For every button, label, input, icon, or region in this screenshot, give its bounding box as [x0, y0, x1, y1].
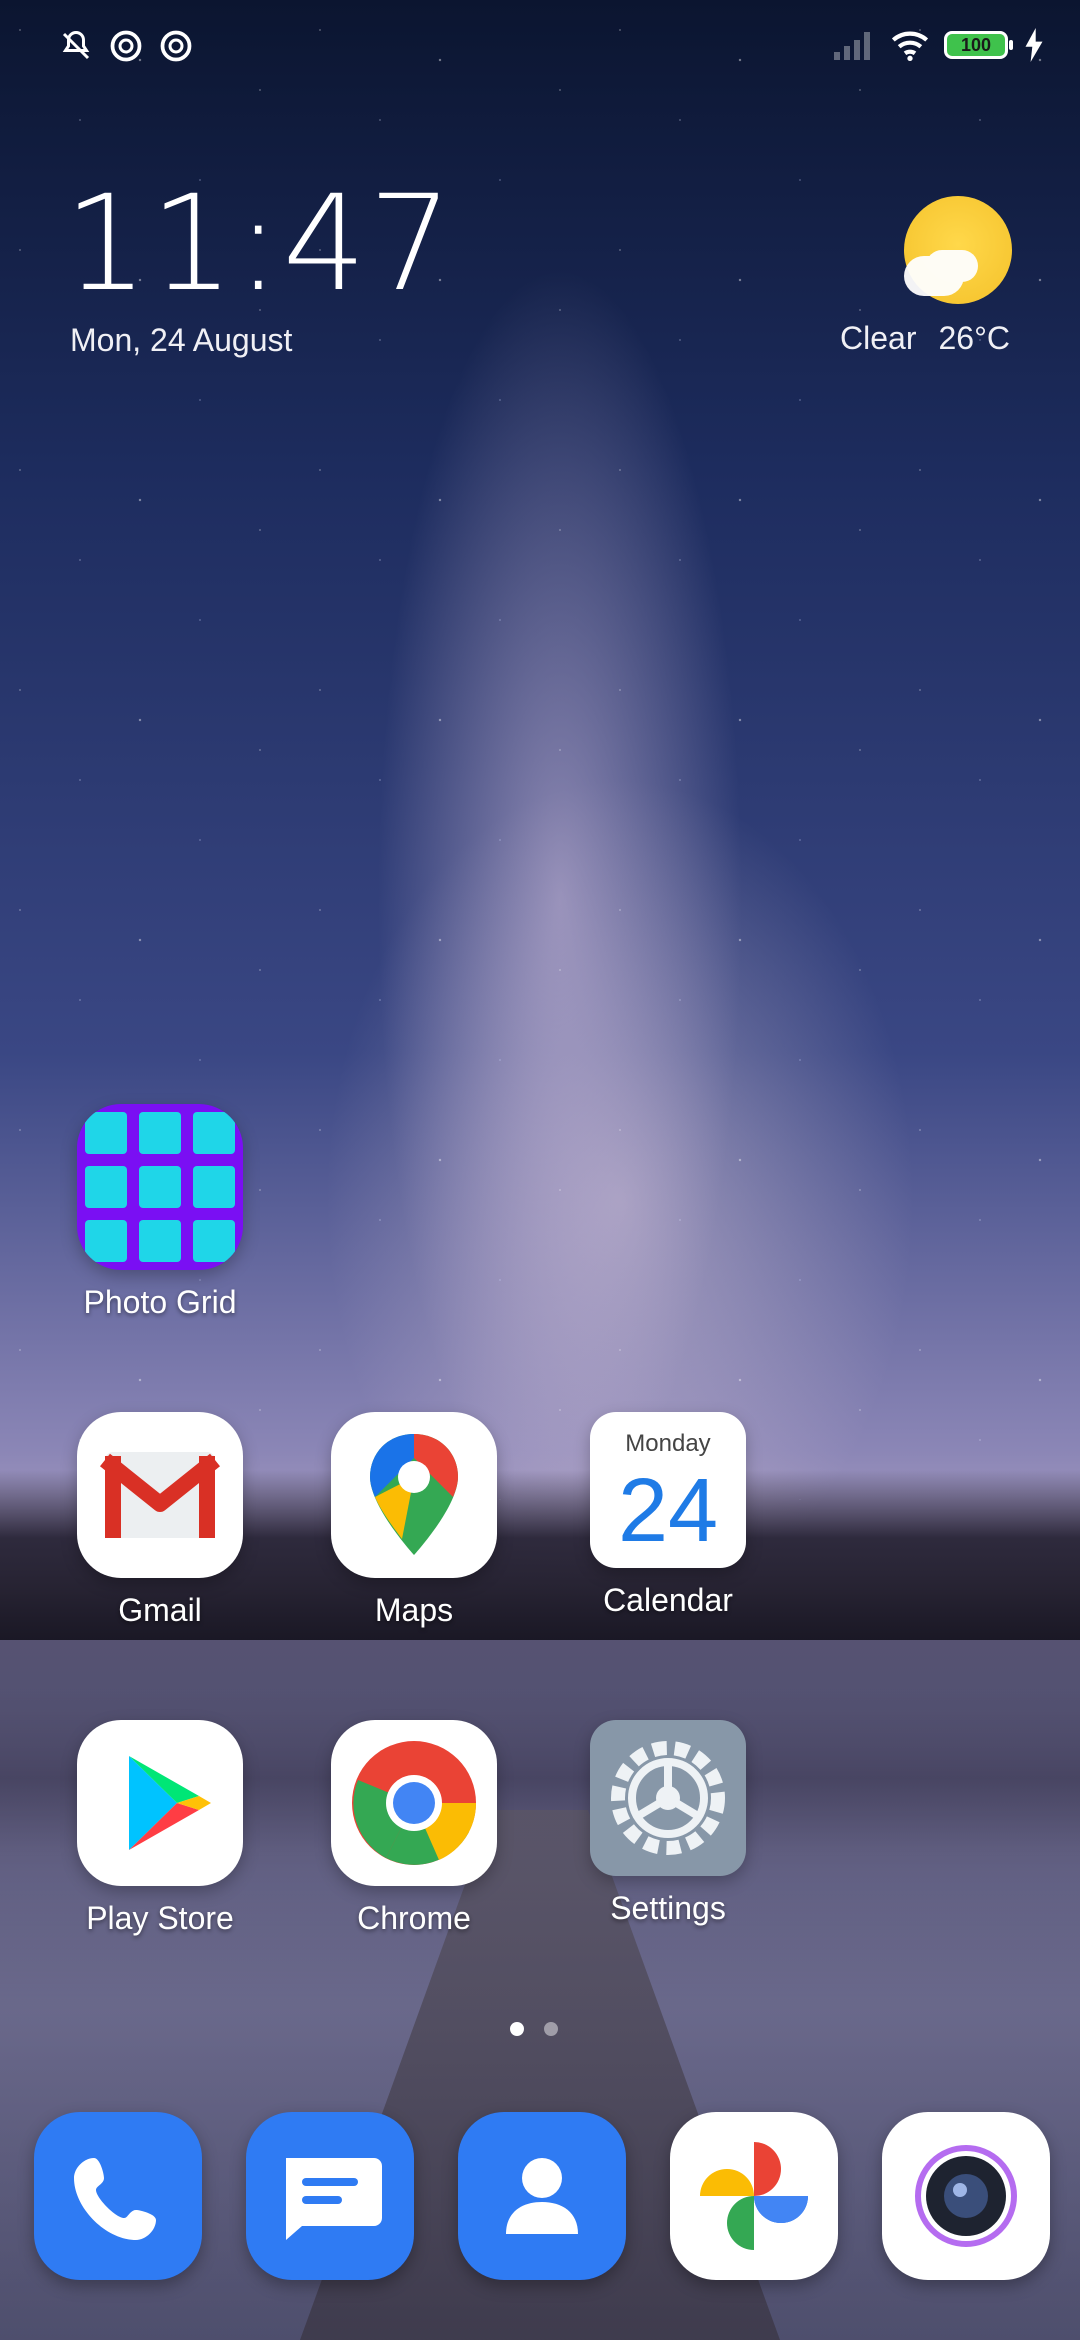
photo-grid-icon [77, 1104, 243, 1270]
app-label: Photo Grid [83, 1284, 237, 1320]
dock-photos[interactable] [670, 2112, 838, 2280]
dock-camera[interactable] [882, 2112, 1050, 2280]
signal-icon [834, 32, 870, 60]
contacts-icon [506, 2158, 578, 2234]
phone-icon [74, 2158, 156, 2240]
calendar-date-number: 24 [617, 1461, 719, 1561]
settings-icon [590, 1720, 746, 1876]
charging-icon [1025, 28, 1043, 62]
dock-contacts[interactable] [458, 2112, 626, 2280]
calendar-icon: Monday 24 [590, 1412, 746, 1568]
calendar-day: Monday [625, 1430, 711, 1457]
chrome-icon [331, 1720, 497, 1886]
app-calendar[interactable]: Monday 24 Calendar [568, 1412, 768, 1619]
app-play-store[interactable]: Play Store [60, 1720, 260, 1937]
wifi-icon [891, 31, 929, 61]
gmail-icon [77, 1412, 243, 1578]
weather-widget[interactable]: Clear 26°C [840, 320, 1010, 357]
data-saver-icon [160, 30, 192, 62]
app-label: Gmail [118, 1592, 202, 1628]
page-dot-active [510, 2022, 524, 2036]
data-saver-icon [110, 30, 142, 62]
app-label: Maps [374, 1592, 454, 1628]
app-label: Settings [610, 1890, 726, 1926]
messages-icon [286, 2158, 382, 2240]
weather-temperature: 26°C [938, 320, 1010, 356]
page-dot [544, 2022, 558, 2036]
battery-icon: 100 [944, 31, 1013, 59]
cloud-icon [904, 256, 964, 296]
app-label: Calendar [603, 1582, 733, 1618]
page-indicator [510, 2022, 558, 2036]
status-bar: 100 [0, 0, 1080, 96]
play-store-icon [77, 1720, 243, 1886]
app-photo-grid[interactable]: Photo Grid [60, 1104, 260, 1321]
clock-date[interactable]: Mon, 24 August [70, 322, 292, 359]
mute-notifications-icon [62, 30, 90, 60]
dock-phone[interactable] [34, 2112, 202, 2280]
app-maps[interactable]: Maps [314, 1412, 514, 1629]
maps-icon [331, 1412, 497, 1578]
app-label: Play Store [86, 1900, 234, 1936]
clock-time[interactable]: 11:47 [64, 178, 454, 310]
dock-messages[interactable] [246, 2112, 414, 2280]
app-label: Chrome [357, 1900, 471, 1936]
app-chrome[interactable]: Chrome [314, 1720, 514, 1937]
app-gmail[interactable]: Gmail [60, 1412, 260, 1629]
app-settings[interactable]: Settings [568, 1720, 768, 1927]
weather-condition: Clear [840, 320, 917, 356]
photos-icon [700, 2142, 808, 2250]
camera-icon [915, 2145, 1017, 2247]
battery-level: 100 [960, 34, 992, 55]
